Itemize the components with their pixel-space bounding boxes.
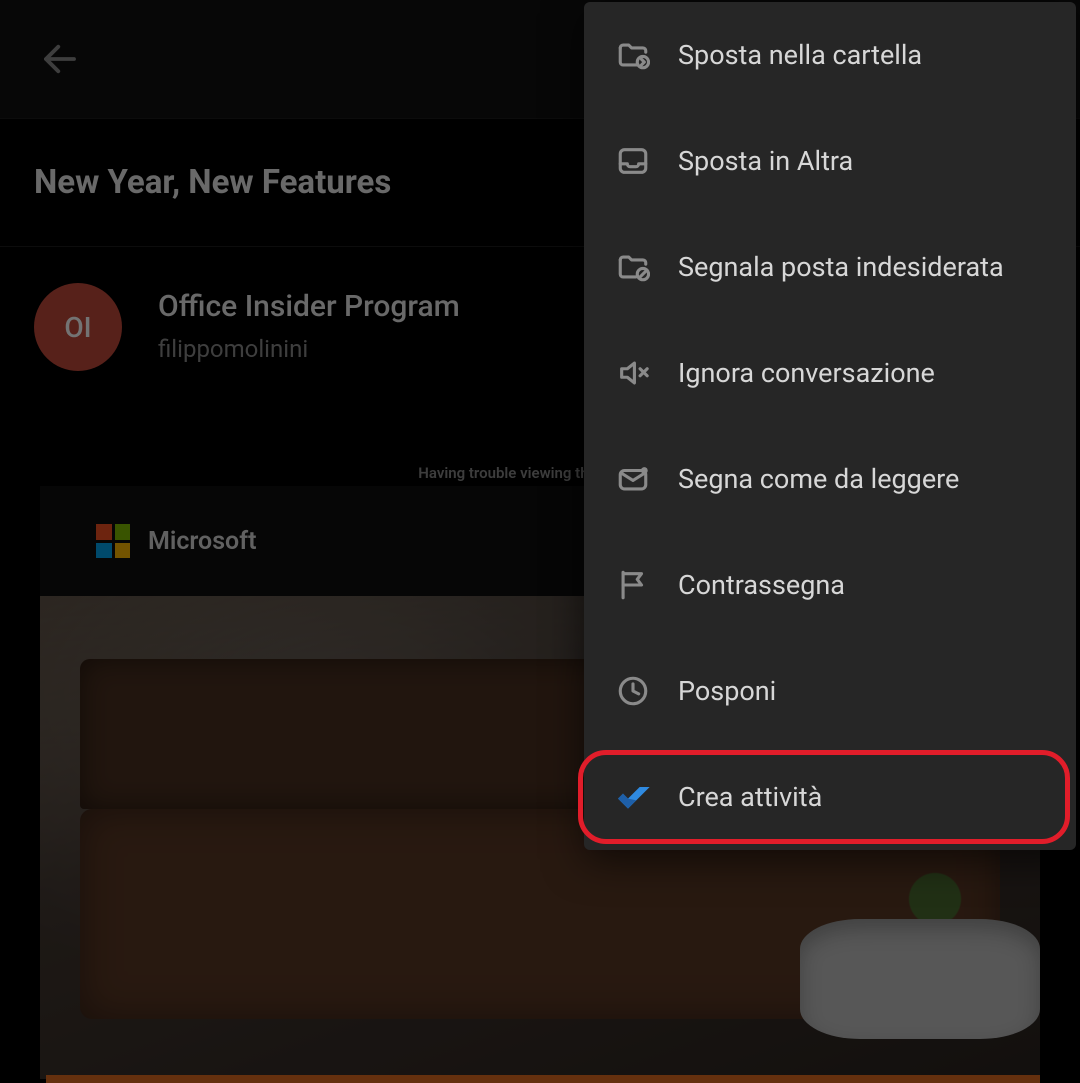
arrow-left-icon bbox=[39, 38, 81, 80]
back-button[interactable] bbox=[30, 29, 90, 89]
recipient-display: filippomolinini bbox=[158, 335, 308, 363]
menu-item-label: Sposta nella cartella bbox=[678, 39, 922, 71]
menu-item-create-task[interactable]: Crea attività bbox=[584, 744, 1076, 850]
email-screen: New Year, New Features OI Office Insider… bbox=[0, 0, 1080, 1083]
microsoft-logo-icon bbox=[96, 524, 130, 558]
sender-avatar: OI bbox=[34, 283, 122, 371]
mute-icon bbox=[608, 348, 658, 398]
menu-item-label: Contrassegna bbox=[678, 569, 845, 601]
mail-unread-icon bbox=[608, 454, 658, 504]
menu-item-move-other[interactable]: Sposta in Altra bbox=[584, 108, 1076, 214]
menu-item-mark-unread[interactable]: Segna come da leggere bbox=[584, 426, 1076, 532]
menu-item-ignore-conversation[interactable]: Ignora conversazione bbox=[584, 320, 1076, 426]
menu-item-label: Sposta in Altra bbox=[678, 145, 853, 177]
menu-item-label: Segna come da leggere bbox=[678, 463, 959, 495]
accent-strip bbox=[46, 1075, 1040, 1083]
menu-item-label: Crea attività bbox=[678, 781, 822, 813]
sender-name: Office Insider Program bbox=[158, 289, 460, 324]
folder-block-icon bbox=[608, 242, 658, 292]
menu-item-report-junk[interactable]: Segnala posta indesiderata bbox=[584, 214, 1076, 320]
menu-item-flag[interactable]: Contrassegna bbox=[584, 532, 1076, 638]
menu-item-move-folder[interactable]: Sposta nella cartella bbox=[584, 2, 1076, 108]
flag-icon bbox=[608, 560, 658, 610]
clock-icon bbox=[608, 666, 658, 716]
email-actions-menu: Sposta nella cartella Sposta in Altra Se… bbox=[584, 2, 1076, 850]
folder-move-icon bbox=[608, 30, 658, 80]
microsoft-brand-text: Microsoft bbox=[148, 527, 257, 556]
menu-item-label: Ignora conversazione bbox=[678, 357, 935, 389]
todo-check-icon bbox=[608, 772, 658, 822]
menu-item-label: Posponi bbox=[678, 675, 776, 707]
inbox-other-icon bbox=[608, 136, 658, 186]
menu-item-snooze[interactable]: Posponi bbox=[584, 638, 1076, 744]
menu-item-label: Segnala posta indesiderata bbox=[678, 251, 1004, 283]
email-subject: New Year, New Features bbox=[34, 163, 391, 202]
